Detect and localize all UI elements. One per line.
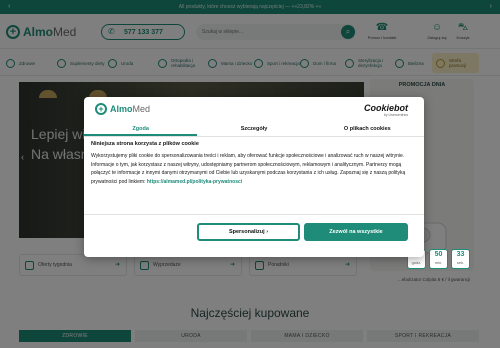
cookiebot-logo[interactable]: Cookiebot by Usercentrics <box>364 103 408 117</box>
logo-cross-icon: + <box>95 103 107 115</box>
tab-about[interactable]: O plikach cookies <box>311 123 424 136</box>
customize-button[interactable]: Spersonalizuj › <box>197 223 300 241</box>
countdown-minutes: 50 min. <box>429 249 448 269</box>
allow-all-button[interactable]: Zezwól na wszystkie <box>304 223 408 241</box>
cookie-body: Niniejsza strona korzysta z plików cooki… <box>91 141 411 186</box>
dialog-logo: + AlmoMed <box>95 103 150 115</box>
dialog-logo-text: AlmoMed <box>110 104 151 114</box>
dialog-divider <box>84 214 424 215</box>
cookiebot-brand: Cookiebot <box>364 103 408 113</box>
cookie-dialog: + AlmoMed Cookiebot by Usercentrics Zgod… <box>84 97 424 257</box>
cookie-text: Wykorzystujemy pliki cookie do spersonal… <box>91 153 406 185</box>
privacy-policy-link[interactable]: https://almamed.pl/polityka-prywatnosci <box>147 179 242 185</box>
countdown-seconds: 33 sek. <box>451 249 470 269</box>
tab-details[interactable]: Szczegóły <box>197 123 310 136</box>
cookie-heading: Niniejsza strona korzysta z plików cooki… <box>91 141 199 147</box>
cookie-tabs: Zgoda Szczegóły O plikach cookies <box>84 123 424 137</box>
tab-consent[interactable]: Zgoda <box>84 123 198 136</box>
cookiebot-sub: by Usercentrics <box>383 113 408 117</box>
